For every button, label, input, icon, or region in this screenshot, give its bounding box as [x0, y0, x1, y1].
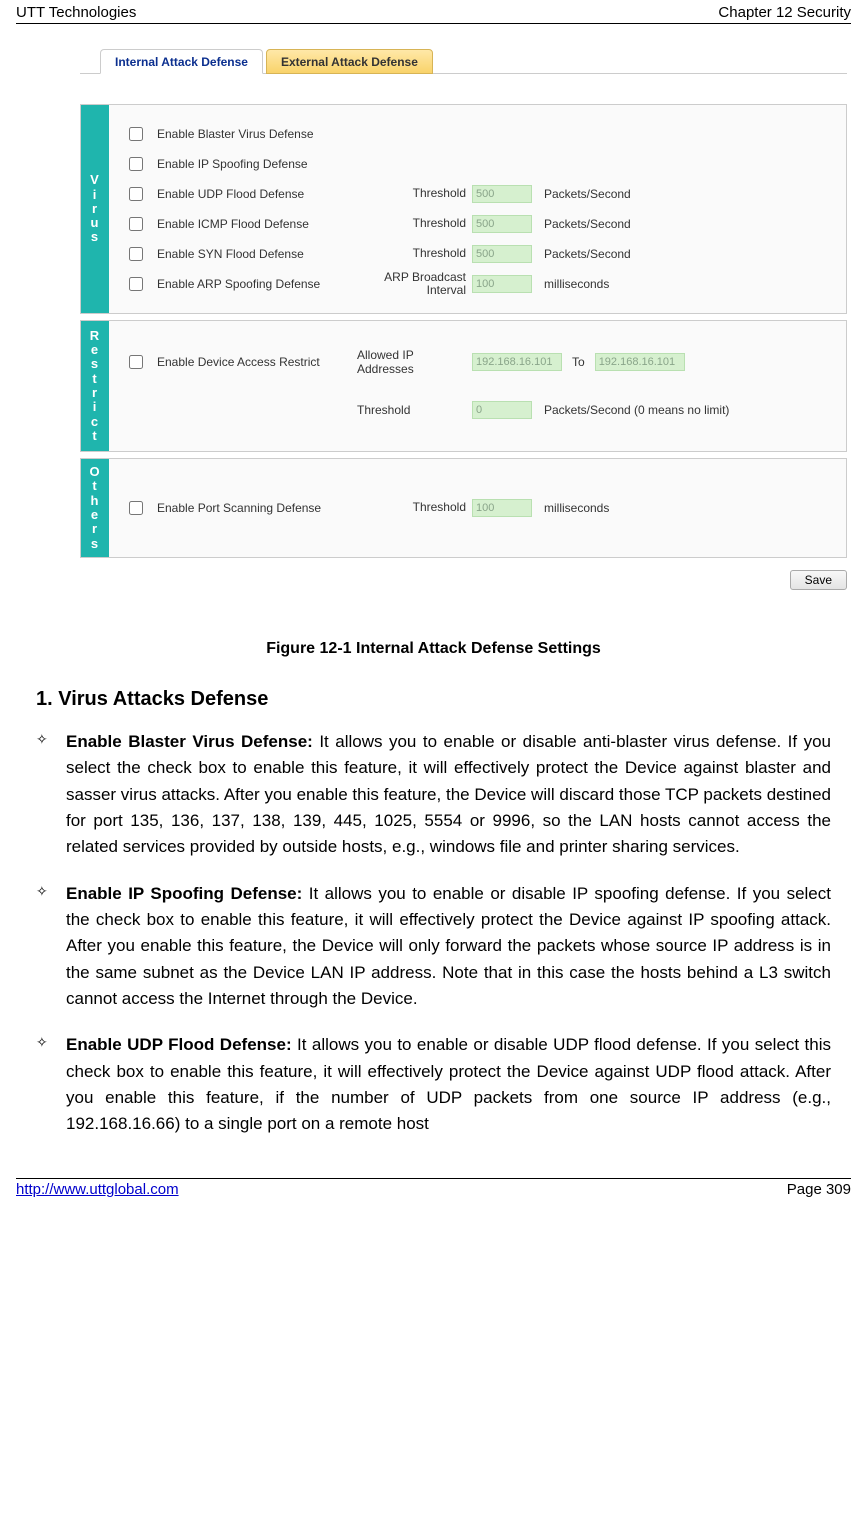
bullet-title-ipspoof: Enable IP Spoofing Defense: [66, 884, 302, 903]
unit-syn: Packets/Second [544, 247, 631, 261]
checkbox-arp-spoofing[interactable] [129, 277, 143, 291]
tab-internal-attack-defense[interactable]: Internal Attack Defense [100, 49, 263, 74]
checkbox-port-scanning[interactable] [129, 501, 143, 515]
checkbox-blaster-virus[interactable] [129, 127, 143, 141]
section-heading: 1. Virus Attacks Defense [36, 688, 831, 711]
tab-bar: Internal Attack Defense External Attack … [80, 44, 847, 74]
input-arp-interval[interactable] [472, 275, 532, 293]
header-rule [16, 23, 851, 24]
checkbox-icmp-flood[interactable] [129, 217, 143, 231]
label-to: To [572, 355, 585, 369]
bullet-title-udpflood: Enable UDP Flood Defense: [66, 1035, 292, 1054]
input-icmp-threshold[interactable] [472, 215, 532, 233]
label-threshold-udp: Threshold [382, 187, 472, 200]
footer-link[interactable]: http://www.uttglobal.com [16, 1181, 179, 1198]
panel-virus: Virus Enable Blaster Virus Defense Enabl… [80, 104, 847, 314]
figure-caption: Figure 12-1 Internal Attack Defense Sett… [0, 640, 867, 658]
label-blaster-virus: Enable Blaster Virus Defense [157, 127, 382, 141]
unit-restrict: Packets/Second (0 means no limit) [544, 403, 729, 417]
panel-side-others: Others [81, 459, 109, 557]
unit-udp: Packets/Second [544, 187, 631, 201]
label-threshold-icmp: Threshold [382, 217, 472, 230]
bullet-icon: ✧ [36, 881, 66, 1013]
bullet-title-blaster: Enable Blaster Virus Defense: [66, 732, 313, 751]
input-portscan-threshold[interactable] [472, 499, 532, 517]
label-syn-flood: Enable SYN Flood Defense [157, 247, 382, 261]
bullet-udpflood: Enable UDP Flood Defense: It allows you … [66, 1032, 831, 1137]
tab-external-attack-defense[interactable]: External Attack Defense [266, 49, 433, 74]
checkbox-device-restrict[interactable] [129, 355, 143, 369]
bullet-ipspoof: Enable IP Spoofing Defense: It allows yo… [66, 881, 831, 1013]
bullet-icon: ✧ [36, 1032, 66, 1137]
input-restrict-threshold[interactable] [472, 401, 532, 419]
label-arp-spoofing: Enable ARP Spoofing Defense [157, 277, 382, 291]
input-ip-to[interactable] [595, 353, 685, 371]
label-threshold-syn: Threshold [382, 247, 472, 260]
label-allowed-ip: Allowed IP Addresses [357, 348, 472, 376]
header-left: UTT Technologies [16, 4, 136, 21]
panel-side-virus: Virus [81, 105, 109, 313]
figure-screenshot: Internal Attack Defense External Attack … [80, 44, 847, 590]
panel-restrict: Restrict Enable Device Access Restrict A… [80, 320, 847, 452]
header-right: Chapter 12 Security [718, 4, 851, 21]
panel-side-restrict: Restrict [81, 321, 109, 451]
label-device-restrict: Enable Device Access Restrict [157, 355, 357, 369]
label-icmp-flood: Enable ICMP Flood Defense [157, 217, 382, 231]
input-ip-from[interactable] [472, 353, 562, 371]
label-port-scanning: Enable Port Scanning Defense [157, 501, 382, 515]
label-arp-interval: ARP Broadcast Interval [382, 271, 472, 297]
checkbox-syn-flood[interactable] [129, 247, 143, 261]
label-threshold-portscan: Threshold [382, 501, 472, 514]
panel-others: Others Enable Port Scanning Defense Thre… [80, 458, 847, 558]
input-udp-threshold[interactable] [472, 185, 532, 203]
label-udp-flood: Enable UDP Flood Defense [157, 187, 382, 201]
checkbox-ip-spoofing[interactable] [129, 157, 143, 171]
label-ip-spoofing: Enable IP Spoofing Defense [157, 157, 382, 171]
footer-page: Page 309 [787, 1181, 851, 1198]
unit-icmp: Packets/Second [544, 217, 631, 231]
unit-arp: milliseconds [544, 277, 609, 291]
label-restrict-threshold: Threshold [357, 403, 472, 417]
input-syn-threshold[interactable] [472, 245, 532, 263]
unit-portscan: milliseconds [544, 501, 609, 515]
bullet-icon: ✧ [36, 729, 66, 861]
save-button[interactable]: Save [790, 570, 847, 590]
checkbox-udp-flood[interactable] [129, 187, 143, 201]
bullet-blaster: Enable Blaster Virus Defense: It allows … [66, 729, 831, 861]
